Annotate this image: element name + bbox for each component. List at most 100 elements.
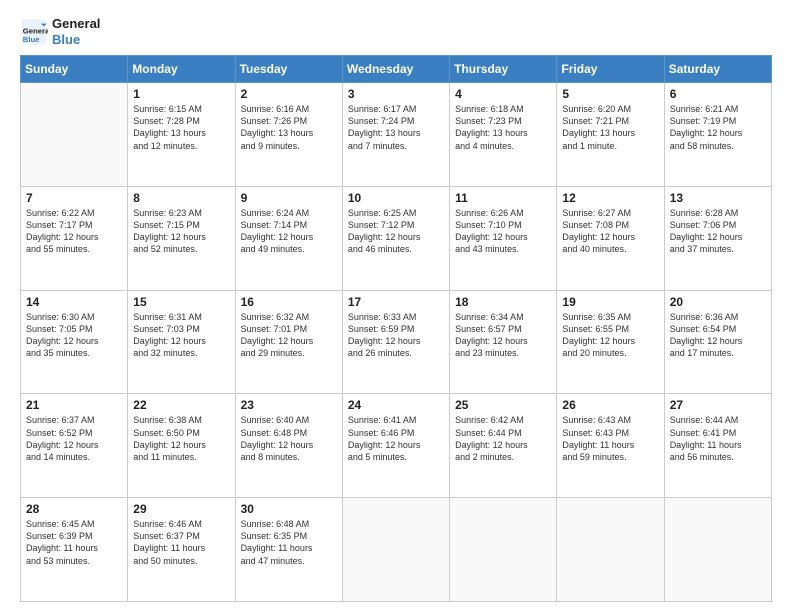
calendar-cell: 16 Sunrise: 6:32 AM Sunset: 7:01 PM Dayli… [235,290,342,394]
calendar-week-row: 14Sunrise: 6:30 AM Sunset: 7:05 PM Dayli… [21,290,772,394]
day-number: 26 [562,398,658,412]
day-info: Sunrise: 6:34 AM Sunset: 6:57 PM Dayligh… [455,311,551,360]
day-info: Sunrise: 6:48 AM Sunset: 6:35 PM Dayligh… [241,518,337,567]
calendar-cell: 20 Sunrise: 6:36 AM Sunset: 6:54 PM Dayli… [664,290,771,394]
day-info: Sunrise: 6:17 AM Sunset: 7:24 PM Dayligh… [348,103,444,152]
logo-text: General Blue [52,16,100,47]
calendar-cell: 28 Sunrise: 6:45 AM Sunset: 6:39 PM Dayli… [21,498,128,602]
day-info: Sunrise: 6:20 AM Sunset: 7:21 PM Dayligh… [562,103,658,152]
day-number: 21 [26,398,122,412]
day-info: Sunrise: 6:22 AM Sunset: 7:17 PM Dayligh… [26,207,122,256]
calendar-week-row: 21 Sunrise: 6:37 AM Sunset: 6:52 PM Dayli… [21,394,772,498]
day-number: 15 [133,295,229,309]
calendar-cell [21,83,128,187]
day-number: 2 [241,87,337,101]
calendar-cell: 26 Sunrise: 6:43 AM Sunset: 6:43 PM Dayli… [557,394,664,498]
day-info: Sunrise: 6:16 AM Sunset: 7:26 PM Dayligh… [241,103,337,152]
calendar-cell: 27 Sunrise: 6:44 AM Sunset: 6:41 PM Dayli… [664,394,771,498]
weekday-header: Friday [557,56,664,83]
day-info: Sunrise: 6:15 AM Sunset: 7:28 PM Dayligh… [133,103,229,152]
calendar-cell [342,498,449,602]
day-number: 20 [670,295,766,309]
day-info: Sunrise: 6:27 AM Sunset: 7:08 PM Dayligh… [562,207,658,256]
weekday-header: Tuesday [235,56,342,83]
day-info: Sunrise: 6:38 AM Sunset: 6:50 PM Dayligh… [133,414,229,463]
day-number: 5 [562,87,658,101]
day-info: Sunrise: 6:42 AM Sunset: 6:44 PM Dayligh… [455,414,551,463]
weekday-header-row: SundayMondayTuesdayWednesdayThursdayFrid… [21,56,772,83]
calendar-cell: 10Sunrise: 6:25 AM Sunset: 7:12 PM Dayli… [342,186,449,290]
day-number: 28 [26,502,122,516]
calendar-cell: 24 Sunrise: 6:41 AM Sunset: 6:46 PM Dayli… [342,394,449,498]
calendar-cell: 15Sunrise: 6:31 AM Sunset: 7:03 PM Dayli… [128,290,235,394]
day-number: 27 [670,398,766,412]
day-info: Sunrise: 6:33 AM Sunset: 6:59 PM Dayligh… [348,311,444,360]
day-number: 24 [348,398,444,412]
day-number: 10 [348,191,444,205]
calendar-cell: 21 Sunrise: 6:37 AM Sunset: 6:52 PM Dayli… [21,394,128,498]
weekday-header: Monday [128,56,235,83]
calendar-cell: 25 Sunrise: 6:42 AM Sunset: 6:44 PM Dayli… [450,394,557,498]
day-number: 11 [455,191,551,205]
day-number: 16 [241,295,337,309]
weekday-header: Thursday [450,56,557,83]
day-number: 19 [562,295,658,309]
calendar-cell: 14Sunrise: 6:30 AM Sunset: 7:05 PM Dayli… [21,290,128,394]
day-info: Sunrise: 6:37 AM Sunset: 6:52 PM Dayligh… [26,414,122,463]
day-info: Sunrise: 6:46 AM Sunset: 6:37 PM Dayligh… [133,518,229,567]
calendar-cell: 17 Sunrise: 6:33 AM Sunset: 6:59 PM Dayli… [342,290,449,394]
weekday-header: Sunday [21,56,128,83]
calendar-cell: 2 Sunrise: 6:16 AM Sunset: 7:26 PM Daylig… [235,83,342,187]
day-info: Sunrise: 6:44 AM Sunset: 6:41 PM Dayligh… [670,414,766,463]
day-info: Sunrise: 6:35 AM Sunset: 6:55 PM Dayligh… [562,311,658,360]
day-number: 18 [455,295,551,309]
day-number: 1 [133,87,229,101]
day-info: Sunrise: 6:41 AM Sunset: 6:46 PM Dayligh… [348,414,444,463]
day-info: Sunrise: 6:43 AM Sunset: 6:43 PM Dayligh… [562,414,658,463]
day-number: 17 [348,295,444,309]
day-info: Sunrise: 6:21 AM Sunset: 7:19 PM Dayligh… [670,103,766,152]
day-info: Sunrise: 6:40 AM Sunset: 6:48 PM Dayligh… [241,414,337,463]
svg-text:Blue: Blue [23,34,40,43]
day-info: Sunrise: 6:30 AM Sunset: 7:05 PM Dayligh… [26,311,122,360]
day-info: Sunrise: 6:23 AM Sunset: 7:15 PM Dayligh… [133,207,229,256]
day-number: 30 [241,502,337,516]
calendar-cell: 30 Sunrise: 6:48 AM Sunset: 6:35 PM Dayli… [235,498,342,602]
header: General Blue General Blue [20,16,772,47]
day-info: Sunrise: 6:32 AM Sunset: 7:01 PM Dayligh… [241,311,337,360]
calendar-cell: 12 Sunrise: 6:27 AM Sunset: 7:08 PM Dayli… [557,186,664,290]
calendar-cell [450,498,557,602]
calendar-cell: 11Sunrise: 6:26 AM Sunset: 7:10 PM Dayli… [450,186,557,290]
weekday-header: Saturday [664,56,771,83]
day-info: Sunrise: 6:45 AM Sunset: 6:39 PM Dayligh… [26,518,122,567]
day-number: 25 [455,398,551,412]
logo-icon: General Blue [20,18,48,46]
calendar-cell: 22 Sunrise: 6:38 AM Sunset: 6:50 PM Dayli… [128,394,235,498]
calendar-cell [664,498,771,602]
calendar-week-row: 28 Sunrise: 6:45 AM Sunset: 6:39 PM Dayli… [21,498,772,602]
svg-text:General: General [23,26,48,35]
logo: General Blue General Blue [20,16,100,47]
calendar-cell [557,498,664,602]
day-info: Sunrise: 6:24 AM Sunset: 7:14 PM Dayligh… [241,207,337,256]
calendar-cell: 18 Sunrise: 6:34 AM Sunset: 6:57 PM Dayli… [450,290,557,394]
day-info: Sunrise: 6:36 AM Sunset: 6:54 PM Dayligh… [670,311,766,360]
calendar-cell: 13Sunrise: 6:28 AM Sunset: 7:06 PM Dayli… [664,186,771,290]
calendar-cell: 23 Sunrise: 6:40 AM Sunset: 6:48 PM Dayli… [235,394,342,498]
weekday-header: Wednesday [342,56,449,83]
calendar-cell: 3Sunrise: 6:17 AM Sunset: 7:24 PM Daylig… [342,83,449,187]
day-number: 12 [562,191,658,205]
calendar-cell: 4Sunrise: 6:18 AM Sunset: 7:23 PM Daylig… [450,83,557,187]
day-number: 23 [241,398,337,412]
calendar-cell: 9Sunrise: 6:24 AM Sunset: 7:14 PM Daylig… [235,186,342,290]
day-number: 7 [26,191,122,205]
day-info: Sunrise: 6:18 AM Sunset: 7:23 PM Dayligh… [455,103,551,152]
calendar-cell: 1 Sunrise: 6:15 AM Sunset: 7:28 PM Daylig… [128,83,235,187]
page: General Blue General Blue SundayMondayTu… [0,0,792,612]
day-number: 29 [133,502,229,516]
day-number: 22 [133,398,229,412]
calendar-table: SundayMondayTuesdayWednesdayThursdayFrid… [20,55,772,602]
calendar-cell: 5 Sunrise: 6:20 AM Sunset: 7:21 PM Daylig… [557,83,664,187]
day-info: Sunrise: 6:28 AM Sunset: 7:06 PM Dayligh… [670,207,766,256]
calendar-cell: 7 Sunrise: 6:22 AM Sunset: 7:17 PM Daylig… [21,186,128,290]
